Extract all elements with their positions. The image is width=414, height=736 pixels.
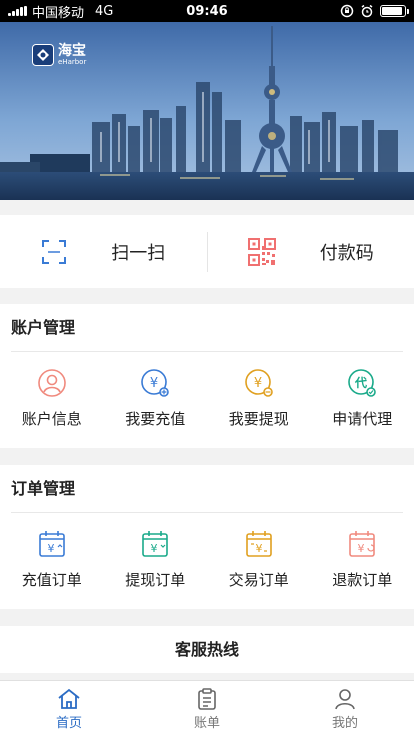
refund-order-label: 退款订单: [332, 571, 393, 589]
svg-text:¥: ¥: [255, 542, 262, 555]
battery-icon: [380, 5, 409, 17]
account-management-section: 账户管理 账户信息 ¥ 我要充值 ¥ 我要提现 代 申请代理: [0, 304, 414, 448]
svg-text:¥: ¥: [151, 542, 158, 555]
user-circle-icon: [37, 369, 66, 397]
recharge-order-icon: ¥: [38, 531, 65, 557]
network-type: 4G: [95, 3, 114, 19]
svg-text:¥: ¥: [358, 542, 365, 555]
scan-label: 扫一扫: [111, 242, 166, 264]
banner-image[interactable]: 海宝 eHarbor: [0, 22, 414, 200]
yuan-recharge-icon: ¥: [141, 369, 170, 397]
payment-code-button[interactable]: 付款码: [208, 215, 414, 288]
trade-order-icon: ¥: [245, 531, 272, 557]
trade-order-label: 交易订单: [228, 571, 289, 589]
tab-profile[interactable]: 我的: [276, 681, 414, 736]
svg-text:¥: ¥: [254, 376, 262, 391]
payment-code-label: 付款码: [319, 242, 374, 264]
withdraw-order-label: 提现订单: [125, 571, 186, 589]
logo-subtext: eHarbor: [58, 58, 87, 66]
apply-agent-button[interactable]: 代 申请代理: [311, 368, 414, 429]
scan-button[interactable]: 扫一扫: [0, 215, 207, 288]
tab-bill-label: 账单: [193, 716, 220, 731]
withdraw-order-icon: ¥: [142, 531, 169, 557]
profile-icon: [335, 689, 355, 710]
app-logo: 海宝 eHarbor: [32, 44, 86, 66]
account-info-label: 账户信息: [21, 410, 82, 428]
svg-text:代: 代: [354, 375, 367, 390]
status-bar: 中国移动 4G 09:46: [0, 0, 414, 22]
home-icon: [58, 688, 80, 709]
qr-code-icon: [247, 237, 276, 266]
scan-icon: [42, 239, 67, 264]
logo-text: 海宝: [58, 43, 86, 59]
tab-bill[interactable]: 账单: [138, 681, 276, 736]
trade-order-button[interactable]: ¥ 交易订单: [207, 529, 311, 590]
withdraw-button[interactable]: ¥ 我要提现: [207, 368, 311, 429]
bottom-tab-bar: 首页 账单 我的: [0, 680, 414, 736]
withdraw-order-button[interactable]: ¥ 提现订单: [104, 529, 208, 590]
tab-home-label: 首页: [55, 716, 82, 731]
refund-order-icon: ¥: [349, 531, 376, 557]
yuan-withdraw-icon: ¥: [244, 369, 273, 397]
account-info-button[interactable]: 账户信息: [0, 368, 104, 429]
apply-agent-label: 申请代理: [332, 410, 393, 428]
agent-icon: 代: [348, 369, 377, 397]
section-title: 账户管理: [11, 318, 76, 337]
rotation-lock-icon: [340, 4, 354, 18]
customer-service-hotline[interactable]: 客服热线: [0, 626, 414, 673]
section-title: 订单管理: [11, 479, 76, 498]
quick-actions-bar: 扫一扫 付款码: [0, 215, 414, 288]
tab-profile-label: 我的: [331, 716, 358, 731]
recharge-button[interactable]: ¥ 我要充值: [104, 368, 208, 429]
alarm-icon: [361, 4, 373, 18]
order-management-section: 订单管理 ¥ 充值订单 ¥ 提现订单 ¥ 交易订单 ¥ 退款订单: [0, 465, 414, 609]
carrier-name: 中国移动: [32, 5, 85, 21]
recharge-order-button[interactable]: ¥ 充值订单: [0, 529, 104, 590]
refund-order-button[interactable]: ¥ 退款订单: [311, 529, 414, 590]
withdraw-label: 我要提现: [228, 410, 289, 428]
tab-home[interactable]: 首页: [0, 681, 138, 736]
recharge-label: 我要充值: [125, 410, 186, 428]
recharge-order-label: 充值订单: [21, 571, 82, 589]
svg-text:¥: ¥: [150, 376, 158, 391]
logo-mark-icon: [32, 44, 54, 66]
signal-icon: [8, 6, 27, 16]
svg-text:¥: ¥: [47, 542, 54, 555]
bill-icon: [198, 688, 216, 710]
